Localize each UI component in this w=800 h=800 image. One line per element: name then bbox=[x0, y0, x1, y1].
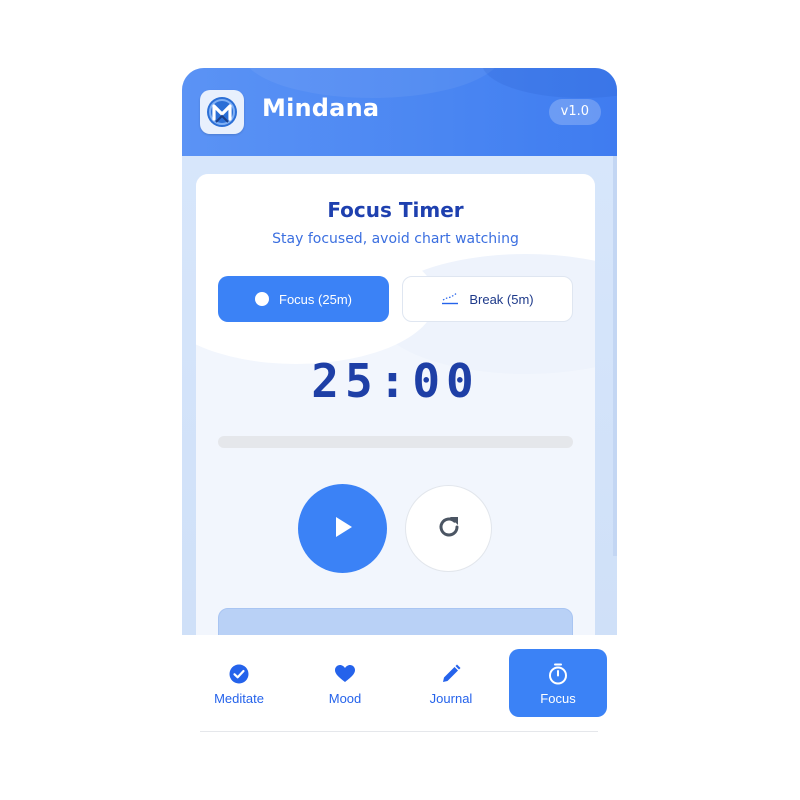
nav-label: Meditate bbox=[214, 691, 264, 706]
app-header: Mindana v1.0 bbox=[182, 68, 617, 156]
refresh-icon bbox=[435, 513, 463, 545]
check-circle-icon bbox=[229, 663, 249, 685]
card-subtitle: Stay focused, avoid chart watching bbox=[272, 231, 519, 247]
trend-chart-icon bbox=[441, 291, 459, 308]
break-mode-button[interactable]: Break (5m) bbox=[402, 276, 573, 322]
card-title: Focus Timer bbox=[327, 198, 464, 222]
nav-item-journal[interactable]: Journal bbox=[402, 649, 500, 717]
timer-progress-bar bbox=[218, 436, 573, 448]
nav-label: Mood bbox=[328, 691, 362, 706]
nav-label: Focus bbox=[540, 691, 576, 706]
main-content[interactable]: Focus Timer Stay focused, avoid chart wa… bbox=[182, 156, 617, 694]
pencil-icon bbox=[441, 663, 461, 685]
version-badge: v1.0 bbox=[548, 99, 601, 125]
break-mode-label: Break (5m) bbox=[469, 291, 534, 307]
app-title: Mindana bbox=[262, 94, 380, 122]
nav-item-meditate[interactable]: Meditate bbox=[190, 649, 288, 717]
timer-display: 25:00 bbox=[311, 354, 480, 408]
focus-mode-button[interactable]: Focus (25m) bbox=[218, 276, 389, 322]
play-icon bbox=[332, 515, 354, 543]
header-wave-decoration bbox=[482, 68, 617, 98]
circle-icon bbox=[255, 292, 270, 306]
scrollbar[interactable] bbox=[613, 156, 617, 556]
nav-divider bbox=[200, 731, 598, 732]
nav-item-focus[interactable]: Focus bbox=[509, 649, 607, 717]
focus-timer-card: Focus Timer Stay focused, avoid chart wa… bbox=[196, 174, 595, 694]
focus-mode-label: Focus (25m) bbox=[279, 291, 352, 307]
play-button[interactable] bbox=[298, 484, 387, 573]
mindana-logo-icon bbox=[200, 90, 244, 134]
heart-icon bbox=[335, 663, 355, 685]
stopwatch-icon bbox=[548, 663, 568, 685]
reset-button[interactable] bbox=[405, 485, 492, 572]
bottom-navigation: Meditate Mood Journal Focus bbox=[182, 635, 617, 732]
app-window: Mindana v1.0 Focus Timer Stay focused, a… bbox=[182, 68, 617, 732]
nav-label: Journal bbox=[429, 691, 473, 706]
nav-item-mood[interactable]: Mood bbox=[296, 649, 394, 717]
